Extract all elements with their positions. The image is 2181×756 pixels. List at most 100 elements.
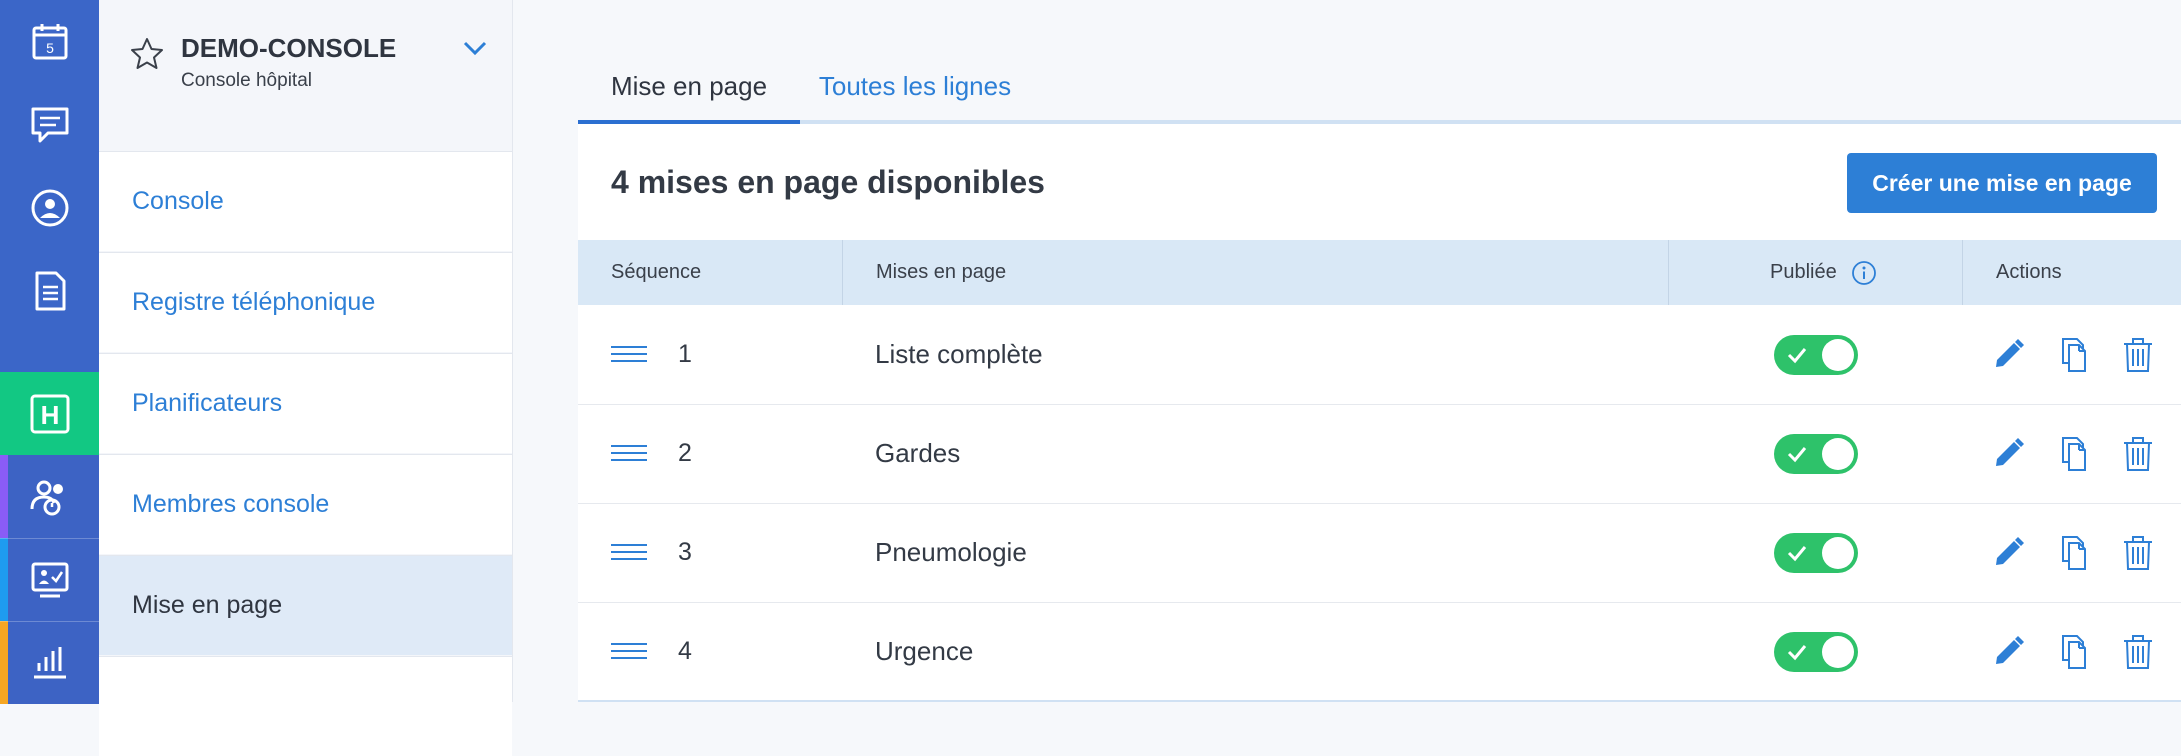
- row-sequence: 2: [678, 439, 692, 467]
- drag-handle-icon[interactable]: [611, 443, 647, 463]
- app-rail: 5 H: [0, 0, 99, 704]
- delete-button[interactable]: [2118, 335, 2158, 375]
- toggle-knob: [1822, 636, 1854, 668]
- star-icon[interactable]: [129, 36, 165, 72]
- rail-divider: [0, 621, 99, 622]
- create-layout-button[interactable]: Créer une mise en page: [1847, 153, 2157, 213]
- documents-nav-button[interactable]: [0, 249, 99, 332]
- sidebar-item-console[interactable]: Console: [99, 151, 512, 251]
- console-sidebar: DEMO-CONSOLE Console hôpital Console Reg…: [99, 0, 513, 756]
- copy-icon: [2062, 536, 2086, 570]
- edit-button[interactable]: [1988, 434, 2028, 474]
- column-header-actions: Actions: [1996, 261, 2062, 283]
- published-toggle[interactable]: [1774, 533, 1858, 573]
- copy-icon: [2062, 635, 2086, 669]
- delete-button[interactable]: [2118, 632, 2158, 672]
- trash-icon: [2124, 437, 2152, 471]
- delete-button[interactable]: [2118, 434, 2158, 474]
- pencil-icon: [1996, 636, 2024, 664]
- tab-all-lines[interactable]: Toutes les lignes: [800, 48, 1030, 124]
- edit-button[interactable]: [1988, 632, 2028, 672]
- published-toggle[interactable]: [1774, 335, 1858, 375]
- table-row: 1 Liste complète: [578, 305, 2181, 405]
- rail-divider: [0, 538, 99, 539]
- row-sequence: 1: [678, 340, 692, 368]
- layouts-panel: 4 mises en page disponibles Créer une mi…: [578, 124, 2181, 702]
- column-header-published-label: Publiée: [1770, 261, 1837, 283]
- trash-icon: [2124, 635, 2152, 669]
- hospital-h-icon: H: [30, 394, 69, 433]
- row-sequence: 3: [678, 538, 692, 566]
- team-stripe: [0, 455, 8, 538]
- info-icon[interactable]: [1851, 260, 1877, 286]
- table-row: 2 Gardes: [578, 404, 2181, 504]
- pencil-icon: [1996, 438, 2024, 466]
- messages-nav-button[interactable]: [0, 83, 99, 166]
- duplicate-button[interactable]: [2053, 632, 2093, 672]
- check-icon: [1787, 348, 1807, 364]
- column-divider: [1668, 240, 1669, 305]
- calendar-badge: 5: [46, 40, 54, 56]
- hospital-nav-button[interactable]: H: [0, 372, 99, 455]
- drag-handle-icon[interactable]: [611, 344, 647, 364]
- page-title: 4 mises en page disponibles: [611, 164, 1045, 200]
- trash-icon: [2124, 338, 2152, 372]
- table-row: 3 Pneumologie: [578, 503, 2181, 603]
- row-sequence: 4: [678, 637, 692, 665]
- pencil-icon: [1996, 537, 2024, 565]
- toggle-knob: [1822, 537, 1854, 569]
- check-icon: [1787, 645, 1807, 661]
- toggle-knob: [1822, 339, 1854, 371]
- check-icon: [1787, 546, 1807, 562]
- published-toggle[interactable]: [1774, 632, 1858, 672]
- column-divider: [1962, 240, 1963, 305]
- bar-chart-icon: [33, 646, 66, 678]
- sidebar-item-partial[interactable]: [99, 656, 512, 756]
- profile-nav-button[interactable]: [0, 166, 99, 249]
- duplicate-button[interactable]: [2053, 434, 2093, 474]
- console-name: DEMO-CONSOLE: [181, 33, 397, 63]
- row-layout-name: Gardes: [875, 438, 961, 468]
- table-header: Séquence Mises en page Publiée Actions: [578, 240, 2181, 305]
- table-row: 4 Urgence: [578, 602, 2181, 702]
- sidebar-item-console-members[interactable]: Membres console: [99, 454, 512, 554]
- calendar-nav-button[interactable]: 5: [0, 0, 99, 83]
- column-divider: [842, 240, 843, 305]
- column-header-published: Publiée: [1770, 240, 1877, 305]
- delete-button[interactable]: [2118, 533, 2158, 573]
- sidebar-item-schedulers[interactable]: Planificateurs: [99, 353, 512, 453]
- duplicate-button[interactable]: [2053, 335, 2093, 375]
- monitor-nav-button[interactable]: [0, 538, 99, 621]
- monitor-stripe: [0, 538, 8, 621]
- published-toggle[interactable]: [1774, 434, 1858, 474]
- column-header-sequence[interactable]: Séquence: [611, 240, 701, 305]
- chevron-down-icon[interactable]: [461, 34, 489, 62]
- tab-layout[interactable]: Mise en page: [578, 48, 800, 124]
- user-circle-icon: [31, 189, 68, 226]
- duplicate-button[interactable]: [2053, 533, 2093, 573]
- row-layout-name: Urgence: [875, 636, 974, 666]
- tab-bar: Mise en page Toutes les lignes: [578, 48, 2181, 126]
- console-switcher[interactable]: DEMO-CONSOLE Console hôpital: [99, 0, 512, 150]
- row-layout-name: Liste complète: [875, 339, 1043, 369]
- edit-button[interactable]: [1988, 335, 2028, 375]
- sidebar-item-phone-registry[interactable]: Registre téléphonique: [99, 252, 512, 352]
- stats-nav-button[interactable]: [0, 621, 99, 704]
- column-header-layouts[interactable]: Mises en page: [876, 240, 1006, 305]
- toggle-knob: [1822, 438, 1854, 470]
- calendar-icon: 5: [32, 23, 67, 59]
- row-layout-name: Pneumologie: [875, 537, 1027, 567]
- team-icon: [30, 480, 63, 515]
- team-nav-button[interactable]: [0, 455, 99, 538]
- stats-stripe: [0, 621, 8, 704]
- svg-text:H: H: [40, 400, 59, 430]
- document-icon: [35, 271, 65, 310]
- copy-icon: [2062, 338, 2086, 372]
- drag-handle-icon[interactable]: [611, 542, 647, 562]
- check-icon: [1787, 447, 1807, 463]
- console-subtitle: Console hôpital: [181, 70, 312, 91]
- sidebar-item-layout[interactable]: Mise en page: [99, 555, 512, 655]
- pencil-icon: [1996, 339, 2024, 367]
- drag-handle-icon[interactable]: [611, 641, 647, 661]
- edit-button[interactable]: [1988, 533, 2028, 573]
